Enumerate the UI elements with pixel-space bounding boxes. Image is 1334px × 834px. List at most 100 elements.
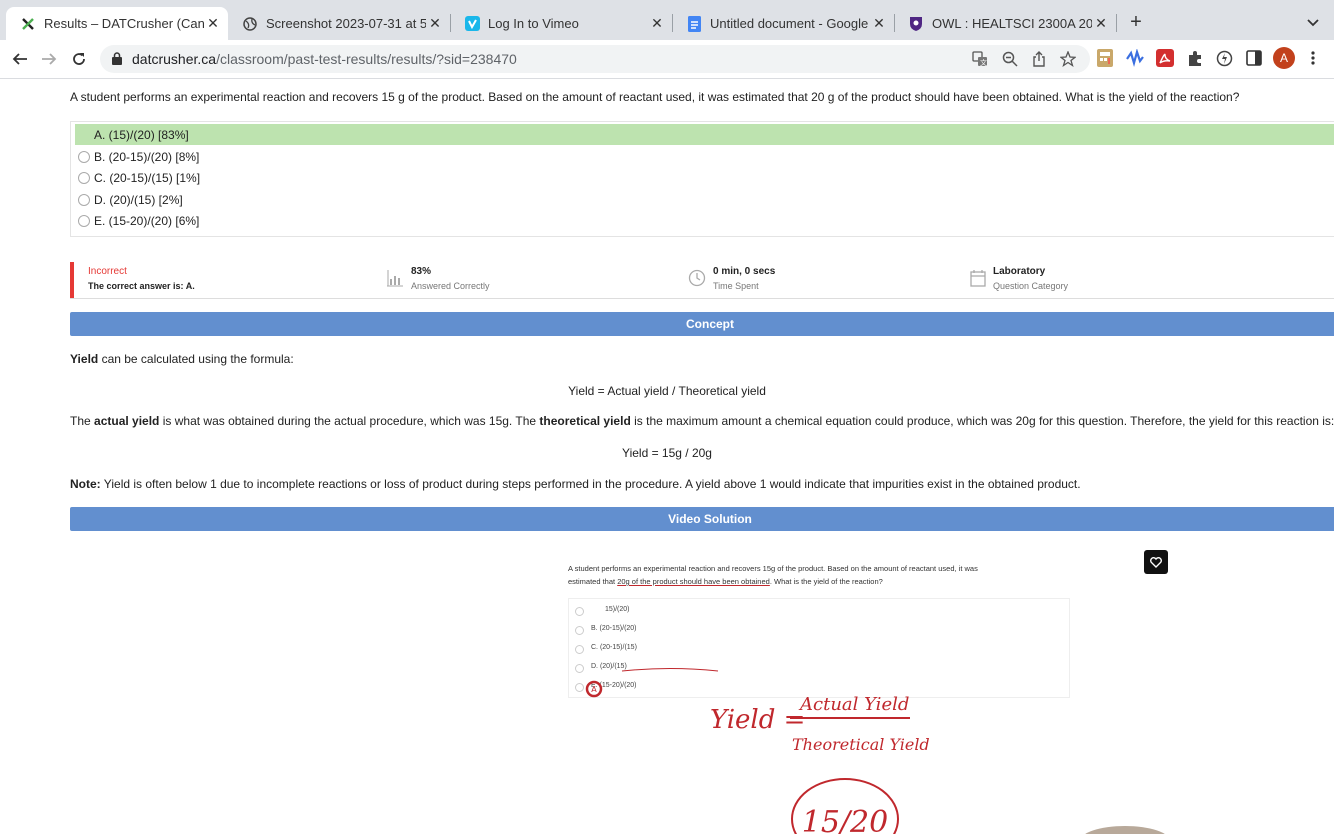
- globe-icon: [242, 16, 258, 32]
- radio-icon: [78, 193, 90, 206]
- bar-chart-icon: [386, 269, 404, 287]
- close-tab-icon[interactable]: ✕: [426, 15, 444, 32]
- tab-vimeo[interactable]: Log In to Vimeo ✕: [450, 7, 672, 40]
- owl-shield-icon: [908, 16, 924, 32]
- calculator-extension-icon[interactable]: [1096, 49, 1114, 67]
- radio-icon: [78, 171, 90, 184]
- answer-label: C. (20-15)/(15) [1%]: [94, 170, 201, 185]
- result-status: Incorrect The correct answer is: A.: [88, 266, 195, 291]
- formula-specific: Yield = 15g / 20g: [622, 446, 712, 460]
- close-tab-icon[interactable]: ✕: [1092, 15, 1110, 32]
- tab-title: Results – DATCrusher (Canadia: [44, 16, 204, 31]
- percent-correct-stat: 83% Answered Correctly: [411, 266, 490, 291]
- clock-icon: [688, 269, 706, 287]
- radio-icon: [78, 150, 90, 163]
- result-stats: Incorrect The correct answer is: A. 83% …: [70, 262, 1334, 299]
- circled-letter: A: [591, 685, 597, 694]
- concept-explanation: The actual yield is what was obtained du…: [70, 414, 1334, 428]
- percent-value: 83%: [411, 266, 432, 277]
- answer-label: B. (20-15)/(20) [8%]: [94, 149, 200, 164]
- acrobat-extension-icon[interactable]: [1156, 49, 1174, 67]
- answer-option-b[interactable]: B. (20-15)/(20) [8%]: [75, 146, 1334, 167]
- percent-label: Answered Correctly: [411, 281, 490, 291]
- url-text: datcrusher.ca/classroom/past-test-result…: [132, 51, 517, 67]
- extensions-puzzle-icon[interactable]: [1186, 49, 1204, 67]
- time-label: Time Spent: [713, 281, 759, 291]
- note-label: Note:: [70, 477, 101, 491]
- formula-general: Yield = Actual yield / Theoretical yield: [568, 384, 766, 398]
- like-heart-icon[interactable]: [1144, 550, 1168, 574]
- reload-icon[interactable]: [69, 49, 89, 69]
- answer-option-c[interactable]: C. (20-15)/(15) [1%]: [75, 167, 1334, 188]
- translate-icon[interactable]: 文: [972, 51, 988, 67]
- tab-strip: Results – DATCrusher (Canadia ✕ Screensh…: [0, 0, 1334, 40]
- handwritten-yield-lhs: Yield =: [710, 705, 805, 735]
- new-tab-button[interactable]: +: [1126, 12, 1146, 32]
- tab-owl[interactable]: OWL : HEALTSCI 2300A 200 S ✕: [894, 7, 1116, 40]
- answer-label: E. (15-20)/(20) [6%]: [94, 213, 200, 228]
- performance-extension-icon[interactable]: [1215, 49, 1233, 67]
- tab-datcrusher[interactable]: Results – DATCrusher (Canadia ✕: [6, 7, 228, 40]
- handwritten-fraction: 15/20: [802, 805, 888, 834]
- incorrect-indicator-bar: [70, 262, 74, 298]
- profile-avatar[interactable]: A: [1273, 47, 1295, 69]
- wave-extension-icon[interactable]: [1126, 49, 1144, 67]
- tab-title: Untitled document - Google Do: [710, 16, 870, 31]
- text-run: The: [70, 414, 95, 428]
- video-player[interactable]: A student performs an experimental react…: [460, 540, 1174, 834]
- status-text: Incorrect: [88, 266, 127, 277]
- vimeo-icon: [464, 16, 480, 32]
- close-tab-icon[interactable]: ✕: [648, 15, 666, 32]
- address-bar[interactable]: datcrusher.ca/classroom/past-test-result…: [100, 45, 1090, 73]
- handwritten-numerator: Actual Yield: [798, 694, 909, 715]
- bold-term: theoretical yield: [539, 414, 631, 428]
- tab-separator: [1116, 14, 1117, 32]
- avatar-letter: A: [1279, 51, 1288, 65]
- tab-screenshot[interactable]: Screenshot 2023-07-31 at 5.0 ✕: [228, 7, 450, 40]
- calendar-icon: [970, 269, 988, 287]
- answer-option-d[interactable]: D. (20)/(15) [2%]: [75, 189, 1334, 210]
- datcrusher-x-icon: [20, 16, 36, 32]
- question-text: A student performs an experimental react…: [70, 90, 1240, 104]
- radio-icon: [78, 214, 90, 227]
- close-tab-icon[interactable]: ✕: [870, 15, 888, 32]
- tab-title: OWL : HEALTSCI 2300A 200 S: [932, 16, 1092, 31]
- text-run: is the maximum amount a chemical equatio…: [630, 414, 1334, 428]
- back-arrow-icon[interactable]: [10, 49, 30, 69]
- time-spent-stat: 0 min, 0 secs Time Spent: [713, 266, 775, 291]
- answer-label: D. (20)/(15) [2%]: [94, 192, 183, 207]
- note-text: Yield is often below 1 due to incomplete…: [100, 477, 1081, 491]
- google-docs-icon: [686, 15, 702, 32]
- concept-intro: Yield can be calculated using the formul…: [70, 352, 294, 366]
- concept-header: Concept: [70, 312, 1334, 336]
- close-tab-icon[interactable]: ✕: [204, 15, 222, 32]
- time-value: 0 min, 0 secs: [713, 266, 776, 277]
- answer-choices: A. (15)/(20) [83%] B. (20-15)/(20) [8%] …: [70, 121, 1334, 237]
- share-icon[interactable]: [1031, 51, 1047, 67]
- side-panel-icon[interactable]: [1245, 49, 1263, 67]
- tab-title: Screenshot 2023-07-31 at 5.0: [266, 16, 426, 31]
- zoom-icon[interactable]: [1002, 51, 1018, 67]
- category-label: Question Category: [993, 281, 1069, 291]
- answer-option-e[interactable]: E. (15-20)/(20) [6%]: [75, 210, 1334, 231]
- tab-google-docs[interactable]: Untitled document - Google Do ✕: [672, 7, 894, 40]
- tab-title: Log In to Vimeo: [488, 16, 579, 31]
- url-path: /classroom/past-test-results/results/?si…: [216, 51, 517, 67]
- lock-icon[interactable]: [112, 52, 122, 70]
- url-host: datcrusher.ca: [132, 51, 217, 67]
- browser-toolbar: datcrusher.ca/classroom/past-test-result…: [0, 40, 1334, 79]
- answer-label: A. (15)/(20) [83%]: [94, 127, 189, 142]
- bookmark-star-icon[interactable]: [1060, 51, 1076, 67]
- tab-search-chevron-icon[interactable]: [1304, 13, 1322, 31]
- category-value: Laboratory: [993, 266, 1046, 277]
- forward-arrow-icon[interactable]: [39, 49, 59, 69]
- bold-term: Yield: [70, 352, 99, 366]
- video-solution-header: Video Solution: [70, 507, 1334, 531]
- answer-option-a[interactable]: A. (15)/(20) [83%]: [75, 124, 1334, 145]
- correct-answer-text: The correct answer is: A.: [88, 281, 195, 291]
- concept-note: Note: Yield is often below 1 due to inco…: [70, 477, 1081, 491]
- concept-intro-text: can be calculated using the formula:: [98, 352, 294, 366]
- bold-term: actual yield: [94, 414, 160, 428]
- browser-menu-icon[interactable]: [1304, 49, 1322, 67]
- text-run: is what was obtained during the actual p…: [159, 414, 540, 428]
